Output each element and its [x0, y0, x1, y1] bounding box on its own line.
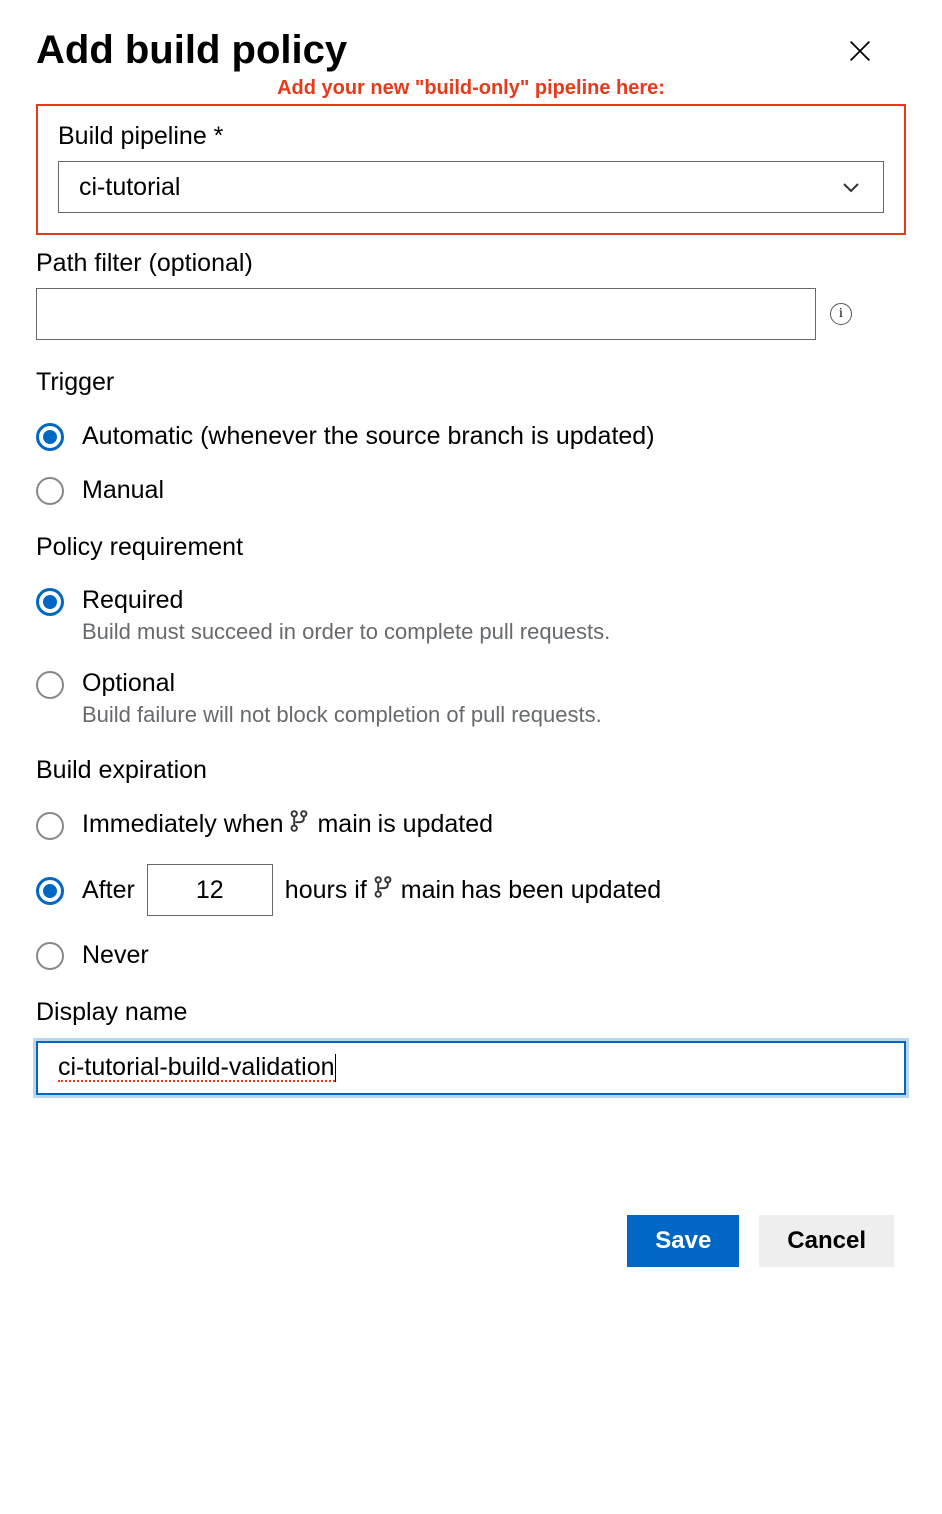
expiration-after-pre: After [82, 876, 135, 905]
expiration-immediately-pre: Immediately when [82, 810, 283, 839]
policy-required-label: Required [82, 586, 610, 615]
save-button[interactable]: Save [627, 1215, 739, 1267]
close-icon [846, 37, 874, 65]
path-filter-label: Path filter (optional) [36, 249, 906, 278]
branch-name: main [401, 876, 455, 905]
display-name-input[interactable]: ci-tutorial-build-validation [36, 1041, 906, 1095]
build-pipeline-highlight: Build pipeline * ci-tutorial [36, 104, 906, 235]
trigger-option-automatic[interactable]: Automatic (whenever the source branch is… [36, 421, 906, 451]
trigger-option-manual[interactable]: Manual [36, 475, 906, 505]
branch-icon [373, 875, 393, 906]
trigger-automatic-label: Automatic (whenever the source branch is… [82, 422, 655, 451]
annotation-text: Add your new "build-only" pipeline here: [36, 77, 906, 100]
policy-optional-label: Optional [82, 669, 602, 698]
display-name-value: ci-tutorial-build-validation [58, 1055, 335, 1082]
expiration-hours-input[interactable] [147, 864, 273, 916]
radio-icon [36, 588, 64, 616]
chevron-down-icon [839, 175, 863, 199]
expiration-after-mid: hours if [285, 876, 367, 905]
display-name-label: Display name [36, 998, 906, 1027]
radio-icon [36, 477, 64, 505]
cancel-button[interactable]: Cancel [759, 1215, 894, 1267]
build-expiration-label: Build expiration [36, 756, 906, 785]
expiration-immediately-post: is updated [378, 810, 493, 839]
expiration-after-post: has been updated [461, 876, 661, 905]
policy-optional-desc: Build failure will not block completion … [82, 702, 602, 728]
trigger-label: Trigger [36, 368, 906, 397]
branch-icon [289, 809, 309, 840]
trigger-manual-label: Manual [82, 476, 164, 505]
expiration-option-after[interactable]: After hours if main has been updated [36, 864, 906, 916]
branch-name: main [317, 810, 371, 839]
radio-icon [36, 877, 64, 905]
info-icon[interactable]: i [830, 303, 852, 325]
radio-icon [36, 812, 64, 840]
policy-requirement-label: Policy requirement [36, 533, 906, 562]
path-filter-input[interactable] [36, 288, 816, 340]
policy-option-required[interactable]: Required Build must succeed in order to … [36, 586, 906, 645]
policy-required-desc: Build must succeed in order to complete … [82, 619, 610, 645]
page-title: Add build policy [36, 28, 347, 73]
build-pipeline-label: Build pipeline * [58, 122, 884, 151]
expiration-option-never[interactable]: Never [36, 940, 906, 970]
policy-option-optional[interactable]: Optional Build failure will not block co… [36, 669, 906, 728]
build-pipeline-select[interactable]: ci-tutorial [58, 161, 884, 213]
radio-icon [36, 942, 64, 970]
radio-icon [36, 423, 64, 451]
expiration-never-label: Never [82, 941, 149, 970]
expiration-option-immediately[interactable]: Immediately when main is updated [36, 809, 906, 840]
text-caret [335, 1054, 336, 1082]
radio-icon [36, 671, 64, 699]
close-button[interactable] [844, 35, 876, 67]
build-pipeline-value: ci-tutorial [79, 173, 180, 202]
